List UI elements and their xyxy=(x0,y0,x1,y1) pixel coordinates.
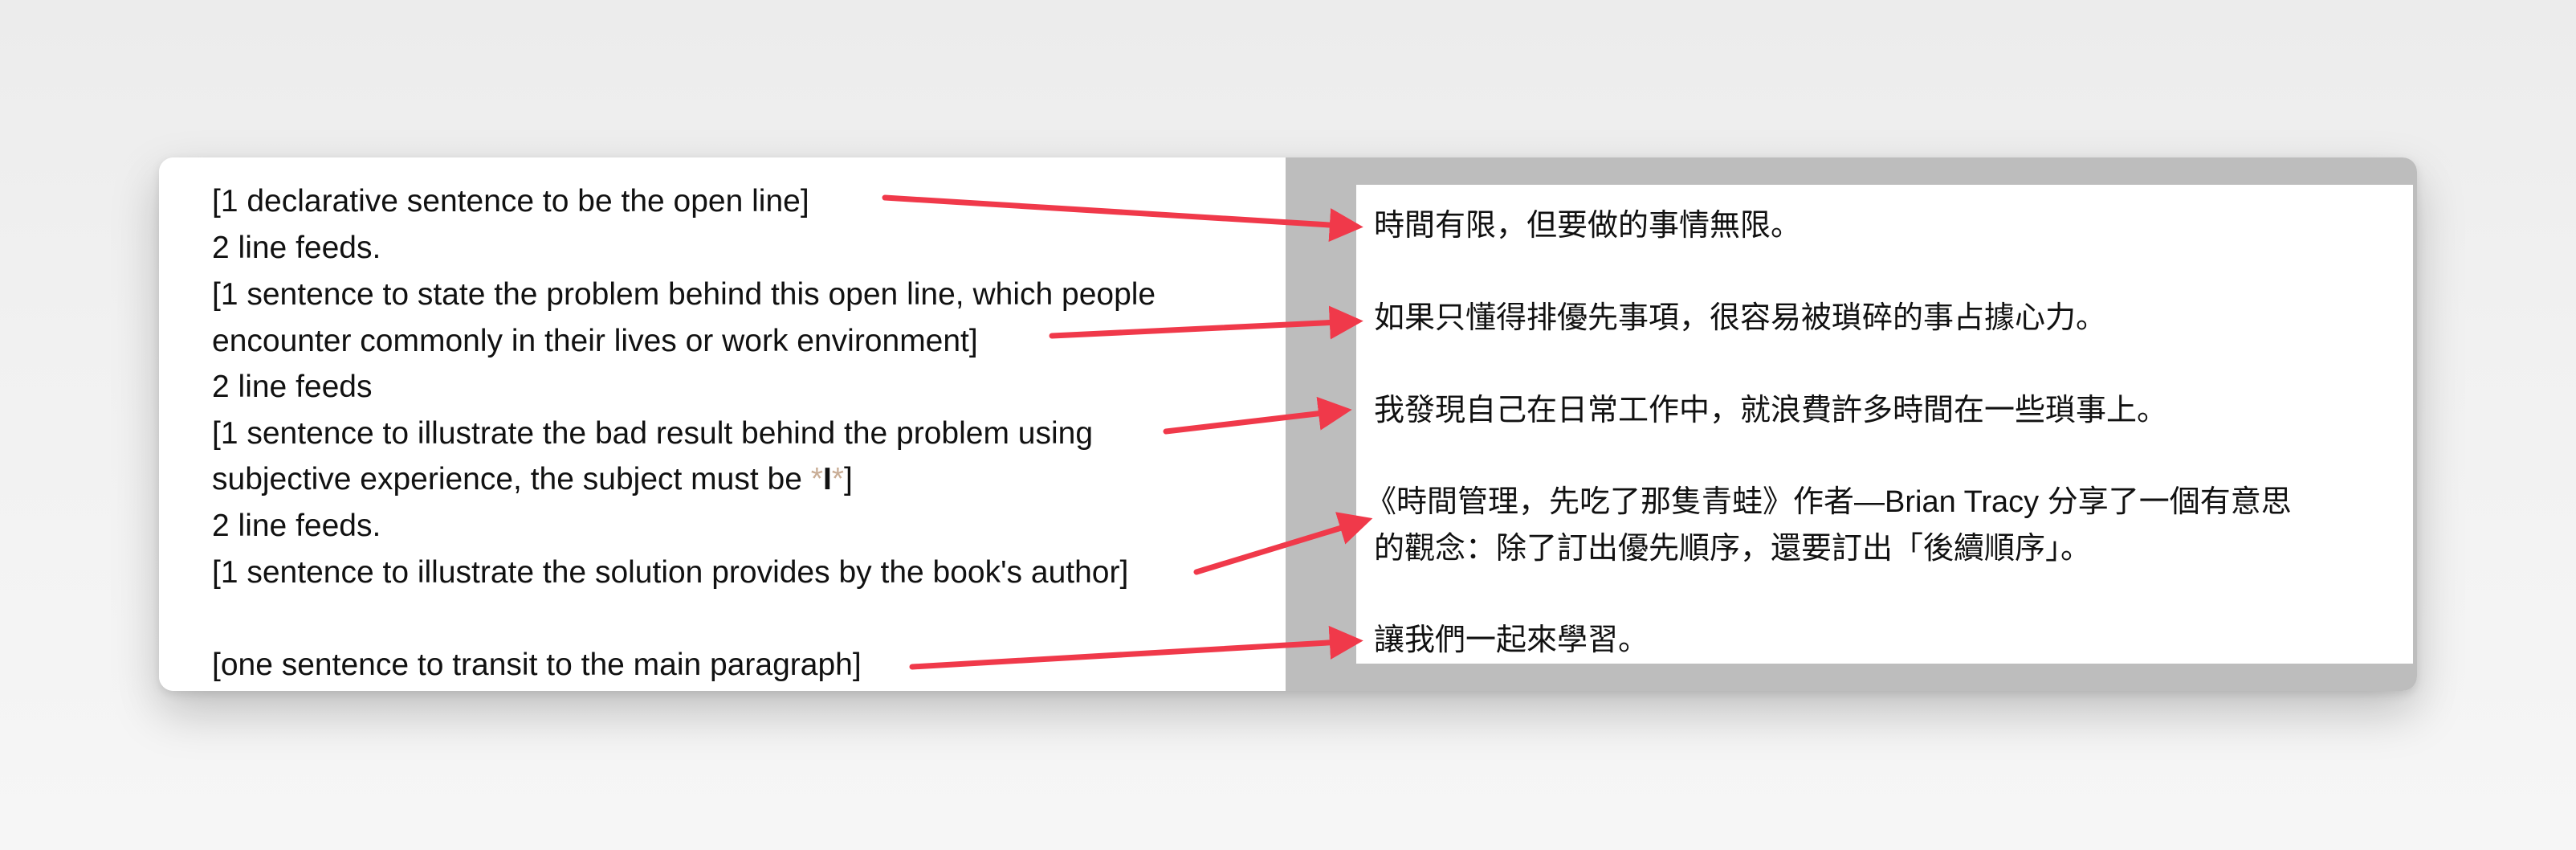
output-line-problem: 如果只懂得排優先事項，很容易被瑣碎的事占據心力。 xyxy=(1374,301,2107,335)
template-line-feeds-1: 2 line feeds. xyxy=(212,231,381,265)
template-line-bad-result: [1 sentence to illustrate the bad result… xyxy=(212,416,1094,451)
emphasis-marker-close: * xyxy=(831,462,844,497)
output-text-box: 時間有限，但要做的事情無限。 如果只懂得排優先事項，很容易被瑣碎的事占據心力。 … xyxy=(1356,185,2413,664)
prompt-template-pane: [1 declarative sentence to be the open l… xyxy=(159,157,1286,691)
template-line-problem-cont: encounter commonly in their lives or wor… xyxy=(212,324,978,358)
comparison-card: [1 declarative sentence to be the open l… xyxy=(159,157,2417,691)
subject-text: subjective experience, the subject must … xyxy=(212,462,811,497)
template-line-transit: [one sentence to transit to the main par… xyxy=(212,648,862,682)
template-line-problem: [1 sentence to state the problem behind … xyxy=(212,277,1156,312)
output-line-open: 時間有限，但要做的事情無限。 xyxy=(1374,209,1802,243)
template-line-feeds-3: 2 line feeds. xyxy=(212,509,381,543)
template-line-open: [1 declarative sentence to be the open l… xyxy=(212,184,809,219)
output-line-transit: 讓我們一起來學習。 xyxy=(1374,623,1649,657)
template-line-subject: subjective experience, the subject must … xyxy=(212,456,853,503)
output-line-solution: 《時間管理，先吃了那隻青蛙》作者—Brian Tracy 分享了一個有意思 xyxy=(1366,485,2292,519)
output-line-bad-result: 我發現自己在日常工作中，就浪費許多時間在一些瑣事上。 xyxy=(1374,394,2168,427)
subject-i: I xyxy=(822,462,832,497)
template-line-solution: [1 sentence to illustrate the solution p… xyxy=(212,555,1129,590)
output-line-solution-cont: 的觀念：除了訂出優先順序，還要訂出「後續順序」。 xyxy=(1374,532,2092,566)
emphasis-marker-open: * xyxy=(810,462,823,497)
output-pane: 時間有限，但要做的事情無限。 如果只懂得排優先事項，很容易被瑣碎的事占據心力。 … xyxy=(1286,157,2417,691)
template-line-feeds-2: 2 line feeds xyxy=(212,370,373,404)
subject-close-bracket: ] xyxy=(843,462,853,497)
